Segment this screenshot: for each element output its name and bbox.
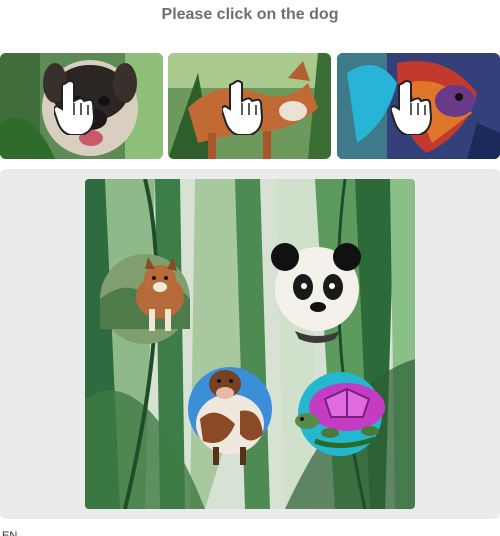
hand-pointer-icon: [222, 80, 264, 135]
example-image-fox: [168, 53, 331, 159]
progress-dots: [238, 532, 268, 536]
example-images-row: [0, 53, 500, 159]
challenge-panel: [0, 169, 500, 519]
example-image-bird: [337, 53, 500, 159]
footer-bar: EN: [0, 524, 500, 536]
challenge-image[interactable]: [85, 179, 415, 509]
hand-pointer-icon: [54, 80, 96, 135]
example-image-dog: [0, 53, 163, 159]
dog-subject[interactable]: [100, 254, 190, 344]
language-selector[interactable]: EN: [2, 530, 17, 536]
challenge-prompt: Please click on the dog: [161, 6, 339, 23]
hand-pointer-icon: [391, 80, 433, 135]
